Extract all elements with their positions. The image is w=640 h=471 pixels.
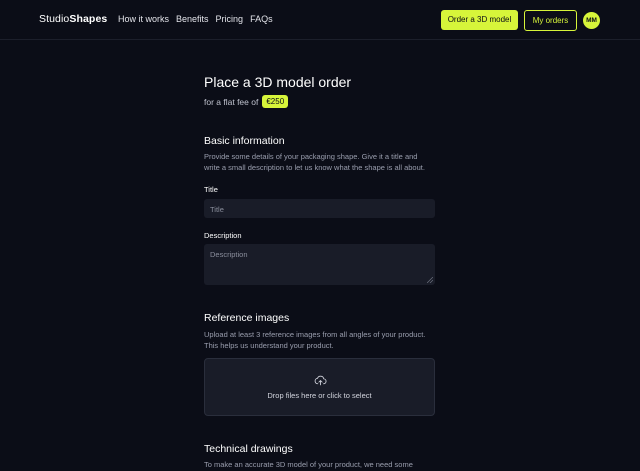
reference-images-dropzone[interactable]: Drop files here or click to select (204, 358, 435, 416)
nav-link-pricing[interactable]: Pricing (216, 14, 244, 24)
basic-info-description: Provide some details of your packaging s… (204, 152, 425, 172)
fee-badge: €250 (262, 95, 289, 108)
technical-drawings-heading: Technical drawings (204, 443, 293, 455)
nav-link-benefits[interactable]: Benefits (176, 14, 209, 24)
logo-bold-text: Shapes (69, 13, 108, 25)
description-label: Description (204, 231, 242, 240)
top-nav: StudioShapes How it works Benefits Prici… (0, 0, 640, 40)
reference-images-heading: Reference images (204, 312, 290, 324)
basic-info-heading: Basic information (204, 135, 285, 147)
my-orders-button[interactable]: My orders (524, 10, 577, 31)
title-label: Title (204, 185, 218, 194)
order-3d-model-button[interactable]: Order a 3D model (441, 10, 518, 30)
dropzone-text: Drop files here or click to select (267, 391, 372, 400)
description-placeholder: Description (210, 250, 248, 259)
page-title: Place a 3D model order (204, 74, 352, 90)
cloud-upload-icon (314, 375, 327, 386)
reference-images-description: Upload at least 3 reference images from … (204, 330, 426, 350)
logo[interactable]: StudioShapes (39, 13, 107, 25)
fee-row: for a flat fee of €250 (204, 95, 289, 108)
logo-light-text: Studio (39, 13, 70, 25)
resize-handle-icon[interactable] (427, 277, 433, 283)
nav-link-faqs[interactable]: FAQs (250, 14, 273, 24)
description-textarea[interactable]: Description (204, 244, 435, 285)
title-input[interactable]: Title (204, 199, 435, 218)
nav-links: How it works Benefits Pricing FAQs (118, 14, 273, 24)
technical-drawings-description: To make an accurate 3D model of your pro… (204, 460, 413, 469)
fee-prefix: for a flat fee of (204, 96, 259, 107)
title-placeholder: Title (210, 205, 224, 214)
nav-link-how-it-works[interactable]: How it works (118, 14, 169, 24)
avatar[interactable]: MM (583, 12, 600, 29)
